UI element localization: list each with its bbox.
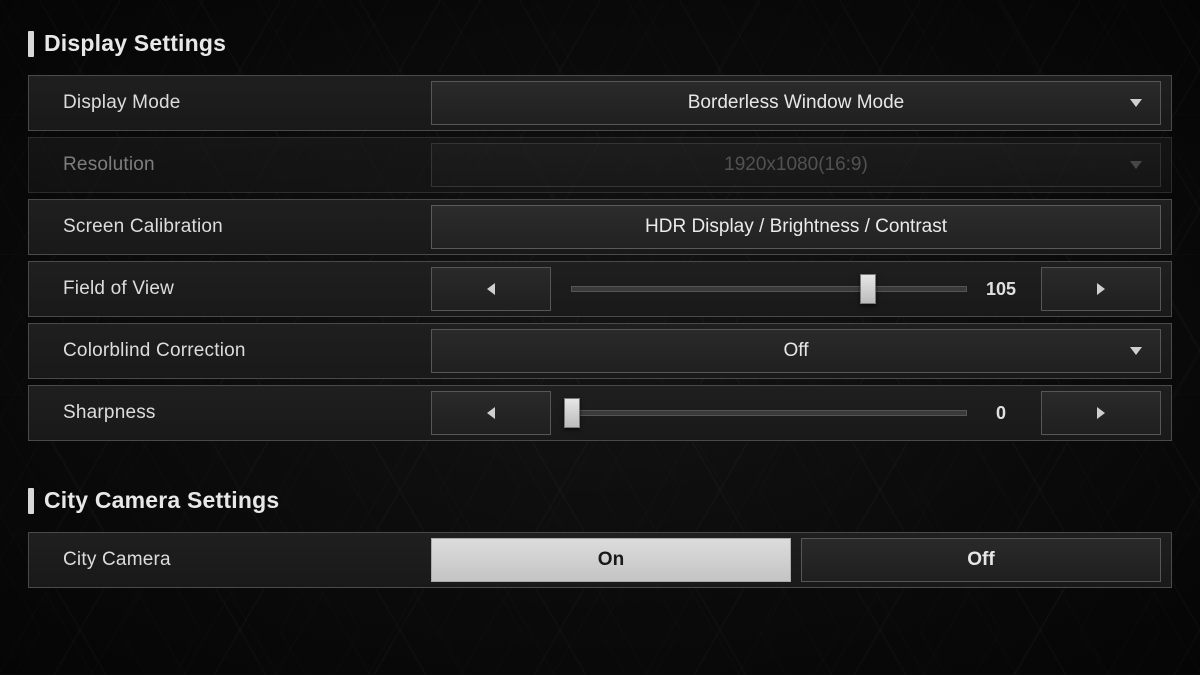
label-sharpness: Sharpness	[29, 402, 429, 424]
row-field-of-view: Field of View 105	[28, 261, 1172, 317]
section-bar-icon	[28, 488, 34, 514]
toggle-label: Off	[967, 549, 994, 571]
row-city-camera: City Camera On Off	[28, 532, 1172, 588]
triangle-left-icon	[487, 407, 495, 419]
toggle-label: On	[598, 549, 624, 571]
section-title-display: Display Settings	[28, 30, 1172, 57]
display-rows: Display Mode Borderless Window Mode Reso…	[28, 75, 1172, 441]
stepper-sharpness: 0	[431, 391, 1161, 435]
triangle-right-icon	[1097, 283, 1105, 295]
settings-panel: Display Settings Display Mode Borderless…	[0, 0, 1200, 588]
section-title-text: Display Settings	[44, 30, 226, 57]
toggle-city-camera: On Off	[431, 538, 1161, 582]
section-bar-icon	[28, 31, 34, 57]
chevron-down-icon	[1130, 347, 1142, 355]
slider-track	[571, 410, 967, 416]
button-screen-calibration[interactable]: HDR Display / Brightness / Contrast	[431, 205, 1161, 249]
dropdown-value: 1920x1080(16:9)	[724, 154, 868, 176]
chevron-down-icon	[1130, 161, 1142, 169]
triangle-right-icon	[1097, 407, 1105, 419]
label-field-of-view: Field of View	[29, 278, 429, 300]
sharpness-slider[interactable]: 0	[561, 403, 1031, 424]
fov-increase-button[interactable]	[1041, 267, 1161, 311]
sharpness-increase-button[interactable]	[1041, 391, 1161, 435]
label-screen-calibration: Screen Calibration	[29, 216, 429, 238]
sharpness-decrease-button[interactable]	[431, 391, 551, 435]
row-colorblind: Colorblind Correction Off	[28, 323, 1172, 379]
label-resolution: Resolution	[29, 154, 429, 176]
section-title-camera: City Camera Settings	[28, 487, 1172, 514]
dropdown-value: Borderless Window Mode	[688, 92, 904, 114]
fov-slider[interactable]: 105	[561, 279, 1031, 300]
toggle-on-button[interactable]: On	[431, 538, 791, 582]
fov-decrease-button[interactable]	[431, 267, 551, 311]
label-city-camera: City Camera	[29, 549, 429, 571]
row-screen-calibration: Screen Calibration HDR Display / Brightn…	[28, 199, 1172, 255]
label-colorblind: Colorblind Correction	[29, 340, 429, 362]
stepper-fov: 105	[431, 267, 1161, 311]
row-display-mode: Display Mode Borderless Window Mode	[28, 75, 1172, 131]
fov-value: 105	[981, 279, 1021, 300]
slider-track	[571, 286, 967, 292]
dropdown-value: Off	[784, 340, 809, 362]
sharpness-value: 0	[981, 403, 1021, 424]
slider-thumb[interactable]	[860, 274, 876, 304]
section-title-text: City Camera Settings	[44, 487, 279, 514]
slider-thumb[interactable]	[564, 398, 580, 428]
row-resolution: Resolution 1920x1080(16:9)	[28, 137, 1172, 193]
triangle-left-icon	[487, 283, 495, 295]
dropdown-colorblind[interactable]: Off	[431, 329, 1161, 373]
camera-rows: City Camera On Off	[28, 532, 1172, 588]
dropdown-resolution: 1920x1080(16:9)	[431, 143, 1161, 187]
chevron-down-icon	[1130, 99, 1142, 107]
row-sharpness: Sharpness 0	[28, 385, 1172, 441]
button-label: HDR Display / Brightness / Contrast	[645, 216, 947, 238]
label-display-mode: Display Mode	[29, 92, 429, 114]
dropdown-display-mode[interactable]: Borderless Window Mode	[431, 81, 1161, 125]
toggle-off-button[interactable]: Off	[801, 538, 1161, 582]
